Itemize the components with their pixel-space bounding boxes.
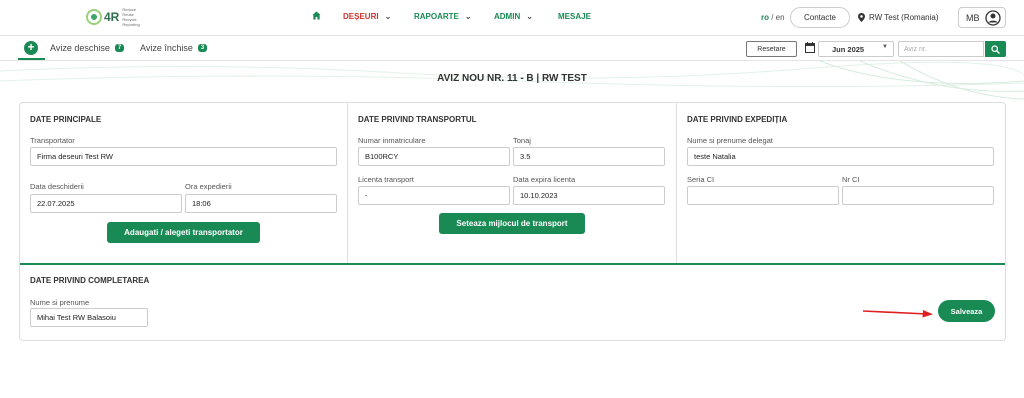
- data-deschiderii-field[interactable]: 22.07.2025: [30, 194, 182, 213]
- column-divider: [347, 103, 348, 263]
- location-selector[interactable]: RW Test (Romania): [858, 13, 939, 22]
- tonaj-label: Tonaj: [513, 136, 531, 145]
- numar-inmatriculare-field[interactable]: B100RCY: [358, 147, 510, 166]
- transportator-field[interactable]: Firma deseuri Test RW: [30, 147, 337, 166]
- user-initials: MB: [966, 12, 980, 23]
- ora-expedierii-label: Ora expedierii: [185, 182, 232, 191]
- caret-down-icon: ▼: [882, 44, 888, 50]
- reset-button[interactable]: Resetare: [746, 41, 797, 57]
- logo-text: 4R: [104, 10, 120, 24]
- search-icon: [991, 44, 1000, 54]
- set-transport-button[interactable]: Seteaza mijlocul de transport: [439, 213, 585, 234]
- nume-prenume-field[interactable]: Mihai Test RW Balasoiu: [30, 308, 148, 327]
- logo-subtitle: Reduce Reuse Recycle Reporting: [122, 7, 140, 27]
- nr-ci-label: Nr CI: [842, 175, 860, 184]
- nume-prenume-label: Nume si prenume: [30, 298, 90, 307]
- nav-rapoarte[interactable]: RAPOARTE ⌄: [414, 12, 472, 21]
- lang-ro[interactable]: ro: [761, 13, 769, 22]
- delegat-label: Nume si prenume delegat: [687, 136, 773, 145]
- data-deschiderii-label: Data deschiderii: [30, 182, 84, 191]
- seria-ci-field[interactable]: [687, 186, 839, 205]
- tonaj-field[interactable]: 3.5: [513, 147, 665, 166]
- calendar-icon: [805, 42, 815, 53]
- count-badge: 3: [197, 44, 208, 52]
- app-logo[interactable]: 4R Reduce Reuse Recycle Reporting: [86, 7, 140, 27]
- save-button[interactable]: Salveaza: [938, 300, 995, 322]
- aviz-form-card: DATE PRINCIPALE Transportator Firma dese…: [19, 102, 1006, 341]
- location-pin-icon: [858, 13, 865, 22]
- ora-expedierii-field[interactable]: 18:06: [185, 194, 337, 213]
- numar-inmatriculare-label: Numar inmatriculare: [358, 136, 426, 145]
- licenta-transport-label: Licenta transport: [358, 175, 414, 184]
- language-switch: ro / en: [761, 13, 785, 22]
- add-aviz-button[interactable]: +: [24, 41, 38, 55]
- lang-en[interactable]: en: [776, 13, 785, 22]
- page-title: AVIZ NOU NR. 11 - B | RW TEST: [437, 73, 587, 84]
- active-tab-indicator: [18, 58, 45, 60]
- search-button[interactable]: [985, 41, 1006, 57]
- user-menu[interactable]: MB: [958, 7, 1006, 28]
- chevron-down-icon: ⌄: [464, 12, 472, 21]
- nav-mesaje[interactable]: MESAJE: [558, 12, 591, 21]
- top-navbar: 4R Reduce Reuse Recycle Reporting DEȘEUR…: [0, 0, 1024, 36]
- section-title-completare: DATE PRIVIND COMPLETAREA: [30, 276, 150, 285]
- section-separator: [20, 263, 1005, 265]
- section-title-principale: DATE PRINCIPALE: [30, 115, 102, 124]
- nav-admin[interactable]: ADMIN ⌄: [494, 12, 533, 21]
- section-title-transport: DATE PRIVIND TRANSPORTUL: [358, 115, 477, 124]
- transportator-label: Transportator: [30, 136, 75, 145]
- data-expira-licenta-label: Data expira licenta: [513, 175, 576, 184]
- delegat-field[interactable]: teste Natalia: [687, 147, 994, 166]
- red-arrow-annotation: [863, 310, 933, 318]
- add-transportator-button[interactable]: Adaugati / alegeti transportator: [107, 222, 260, 243]
- nr-ci-field[interactable]: [842, 186, 994, 205]
- user-avatar-icon: [985, 10, 1001, 26]
- aviz-search-input[interactable]: [898, 41, 984, 57]
- home-icon[interactable]: [312, 11, 321, 20]
- seria-ci-label: Seria CI: [687, 175, 715, 184]
- tab-avize-deschise[interactable]: Avize deschise 7: [50, 43, 125, 53]
- data-expira-licenta-field[interactable]: 10.10.2023: [513, 186, 665, 205]
- contacts-button[interactable]: Contacte: [790, 7, 850, 28]
- tab-avize-inchise[interactable]: Avize închise 3: [140, 43, 208, 53]
- nav-deseuri[interactable]: DEȘEURI ⌄: [343, 12, 391, 21]
- column-divider: [676, 103, 677, 263]
- month-select[interactable]: Jun 2025 ▼: [818, 41, 894, 57]
- tabs-toolbar: + Avize deschise 7 Avize închise 3 Reset…: [0, 37, 1024, 61]
- logo-icon: [86, 9, 102, 25]
- licenta-transport-field[interactable]: -: [358, 186, 510, 205]
- section-title-expeditie: DATE PRIVIND EXPEDIȚIA: [687, 115, 788, 124]
- count-badge: 7: [114, 44, 125, 52]
- chevron-down-icon: ⌄: [526, 12, 533, 21]
- chevron-down-icon: ⌄: [384, 12, 392, 21]
